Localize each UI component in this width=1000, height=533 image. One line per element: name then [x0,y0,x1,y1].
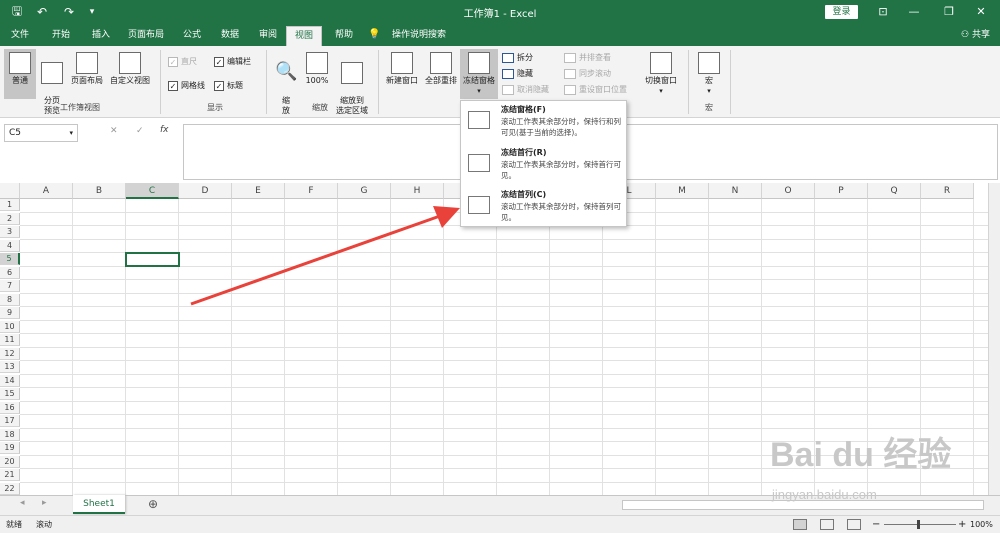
baidu-watermark-url: jingyan.baidu.com [772,487,877,502]
excel-window: 🖫 ↶ ↷ ▾ 工作簿1 - Excel 登录 ⊡ — ❐ ✕ 文件 开始 插入… [0,0,1000,533]
baidu-watermark: Bai du 经验 [770,436,952,474]
